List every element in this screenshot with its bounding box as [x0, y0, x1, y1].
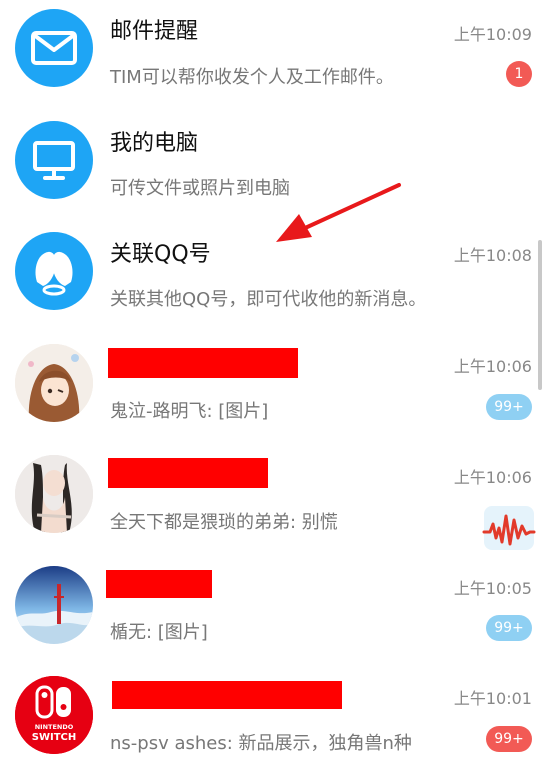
conversation-row[interactable]: 上午10:06 鬼泣-路明飞: [图片] 99+ [0, 333, 544, 444]
contact-avatar [15, 344, 93, 422]
conversation-row-my-computer[interactable]: 我的电脑 可传文件或照片到电脑 [0, 111, 544, 222]
redacted-name [112, 681, 342, 709]
conversation-time: 上午10:05 [453, 579, 532, 598]
conversation-list: 邮件提醒 上午10:09 TIM可以帮你收发个人及工作邮件。 1 我的电脑 可传… [0, 0, 544, 777]
logo-nintendo-text: NINTENDO [35, 723, 74, 731]
conversation-time: 上午10:06 [453, 357, 532, 376]
conversation-preview: 全天下都是猥琐的弟弟: 别慌 [110, 512, 338, 533]
voice-wave-icon [482, 504, 536, 552]
conversation-name: 关联QQ号 [110, 242, 211, 267]
conversation-time: 上午10:09 [453, 25, 532, 44]
logo-switch-text: SWITCH [32, 732, 76, 743]
anime-figure-avatar [15, 455, 93, 533]
conversation-row[interactable]: NINTENDO SWITCH 上午10:01 ns-psv ashes: 新品… [0, 666, 544, 777]
conversation-time: 上午10:06 [453, 468, 532, 487]
mail-avatar [15, 9, 93, 87]
conversation-row[interactable]: 上午10:05 楯无: [图片] 99+ [0, 555, 544, 666]
conversation-name: 邮件提醒 [110, 19, 199, 44]
conversation-row[interactable]: 上午10:06 全天下都是猥琐的弟弟: 别慌 [0, 444, 544, 555]
redacted-name [108, 458, 268, 488]
conversation-row-mail[interactable]: 邮件提醒 上午10:09 TIM可以帮你收发个人及工作邮件。 1 [0, 0, 544, 111]
landscape-avatar [15, 566, 93, 644]
nintendo-switch-logo: NINTENDO SWITCH [15, 676, 93, 754]
conversation-row-link-qq[interactable]: 关联QQ号 上午10:08 关联其他QQ号，即可代收他的新消息。 [0, 222, 544, 333]
conversation-preview: 可传文件或照片到电脑 [110, 178, 290, 199]
conversation-preview: 鬼泣-路明飞: [图片] [110, 401, 269, 422]
conversation-preview: TIM可以帮你收发个人及工作邮件。 [110, 67, 394, 88]
linked-qq-icon [35, 251, 73, 296]
conversation-preview: ns-psv ashes: 新品展示，独角兽n种 [110, 733, 412, 754]
conversation-preview: 关联其他QQ号，即可代收他的新消息。 [110, 289, 427, 310]
conversation-time: 上午10:08 [453, 246, 532, 265]
unread-badge: 99+ [486, 726, 532, 752]
contact-avatar [15, 566, 93, 644]
anime-girl-avatar [15, 344, 93, 422]
linked-qq-avatar [15, 232, 93, 310]
conversation-time: 上午10:01 [453, 689, 532, 708]
contact-avatar [15, 455, 93, 533]
unread-badge: 1 [506, 61, 532, 87]
unread-badge: 99+ [486, 615, 532, 641]
redacted-name [108, 348, 298, 378]
conversation-name: 我的电脑 [110, 131, 199, 156]
redacted-name [106, 570, 212, 598]
scrollbar[interactable] [538, 240, 542, 390]
computer-avatar [15, 121, 93, 199]
monitor-icon [33, 141, 75, 180]
contact-avatar: NINTENDO SWITCH [15, 676, 93, 754]
mail-icon [31, 31, 77, 65]
conversation-preview: 楯无: [图片] [110, 622, 208, 643]
unread-badge: 99+ [486, 394, 532, 420]
